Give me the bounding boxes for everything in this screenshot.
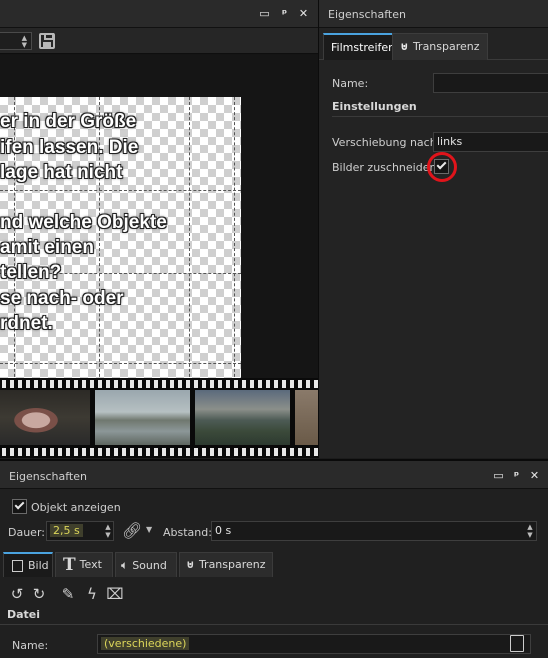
overlay-text-line: er in der Größe: [0, 111, 137, 132]
shift-label: Verschiebung nach:: [332, 136, 441, 149]
film-frame-landscape[interactable]: [195, 390, 290, 445]
tab-label: Transparenz: [412, 40, 480, 53]
file-name-value: (verschiedene): [101, 637, 190, 650]
tab-label: Bild: [28, 559, 49, 572]
link-icon[interactable]: 🔗︎: [122, 521, 142, 540]
spin-down-icon[interactable]: ▼: [526, 531, 534, 539]
panel-title: Eigenschaften: [328, 8, 406, 21]
distance-field[interactable]: 0 s: [211, 521, 537, 541]
checkmark-icon: [14, 499, 25, 510]
section-heading-einstellungen: Einstellungen: [332, 100, 417, 113]
editor-titlebar: ▭ ᵖ ✕: [0, 0, 318, 28]
properties-panel-bottom: Eigenschaften ▭ ᵖ ✕ Objekt anzeigen Daue…: [0, 459, 548, 658]
canvas-area: er in der Größe ifen lassen. Die lage ha…: [0, 55, 318, 387]
save-icon[interactable]: [39, 33, 55, 49]
tab-label: Sound: [132, 559, 167, 572]
image-icon: [12, 560, 23, 572]
guide-line: [234, 97, 235, 387]
overlay-text-line: nd welche Objekte: [0, 212, 167, 233]
guide-line: [0, 190, 241, 191]
pin-icon[interactable]: ᵖ: [510, 469, 523, 482]
show-object-checkbox[interactable]: [12, 499, 27, 514]
properties-panel-top: Eigenschaften Filmstreifen ⊍ Transparenz …: [318, 0, 548, 458]
overlay-text-line: se nach- oder: [0, 288, 124, 309]
tab-text[interactable]: T Text: [55, 552, 113, 577]
spinner-icon[interactable]: ▲ ▼: [0, 32, 32, 50]
film-perforation: [0, 380, 318, 388]
tab-label: Transparenz: [198, 558, 266, 571]
file-name-field[interactable]: (verschiedene): [97, 634, 531, 654]
tab-transparenz[interactable]: ⊍ Transparenz: [179, 552, 273, 577]
preview-canvas[interactable]: er in der Größe ifen lassen. Die lage ha…: [0, 97, 241, 387]
overlay-text-line: amit einen: [0, 237, 94, 258]
tab-bild[interactable]: Bild: [3, 552, 53, 577]
name-label: Name:: [332, 77, 369, 90]
crop-images-label: Bilder zuschneiden: [332, 161, 437, 174]
spin-down-icon[interactable]: ▼: [104, 531, 112, 539]
text-icon: T: [63, 555, 76, 575]
filmstrip[interactable]: [0, 378, 318, 458]
pin-icon[interactable]: ᵖ: [278, 7, 291, 20]
camera-icon[interactable]: ⌧: [106, 585, 124, 603]
pen-icon[interactable]: ✎: [59, 585, 77, 603]
overlay-text-line: tellen?: [0, 262, 62, 283]
guide-line: [189, 97, 190, 387]
open-file-icon[interactable]: [510, 635, 524, 652]
film-frame-fungus[interactable]: [0, 390, 90, 445]
name-field[interactable]: [433, 73, 548, 93]
guide-line: [0, 363, 241, 364]
transparency-icon: ⊍: [400, 40, 409, 53]
properties-titlebar: Eigenschaften ▭ ᵖ ✕: [0, 461, 548, 489]
overlay-text-line: lage hat nicht: [0, 162, 123, 183]
film-frame-partial[interactable]: [295, 390, 318, 445]
overlay-text-line: ifen lassen. Die: [0, 137, 139, 158]
film-perforation: [0, 448, 318, 456]
rotate-left-icon[interactable]: ↺: [8, 585, 26, 603]
divider: [332, 116, 548, 117]
overlay-text-line: rdnet.: [0, 313, 53, 334]
shift-direction-select[interactable]: links: [433, 132, 548, 152]
properties-tabbar: Filmstreifen ⊍ Transparenz: [319, 30, 548, 60]
tab-transparenz[interactable]: ⊍ Transparenz: [392, 33, 488, 60]
close-icon[interactable]: ✕: [528, 469, 541, 482]
restore-icon[interactable]: ▭: [258, 7, 271, 20]
properties-titlebar: Eigenschaften: [319, 0, 548, 28]
rotate-right-icon[interactable]: ↻: [30, 585, 48, 603]
transparency-icon: ⊍: [186, 558, 195, 571]
show-object-label: Objekt anzeigen: [31, 501, 121, 514]
close-icon[interactable]: ✕: [297, 7, 310, 20]
duration-label: Dauer:: [8, 526, 45, 539]
editor-panel: ▭ ᵖ ✕ ▲ ▼ er in der Größe ifen lassen. Di…: [0, 0, 318, 458]
speaker-icon: 🔈︎: [121, 558, 129, 572]
tab-sound[interactable]: 🔈︎ Sound: [115, 552, 177, 577]
divider: [0, 624, 548, 625]
film-frame-lake[interactable]: [95, 390, 190, 445]
restore-icon[interactable]: ▭: [492, 469, 505, 482]
panel-title: Eigenschaften: [9, 470, 87, 483]
spin-up-icon[interactable]: ▲: [526, 523, 534, 531]
editor-toolbar: ▲ ▼: [0, 28, 318, 54]
section-heading-datei: Datei: [7, 608, 41, 621]
curve-icon[interactable]: ϟ: [83, 585, 101, 603]
chevron-down-icon[interactable]: ▼: [146, 525, 152, 534]
highlight-circle: [427, 152, 457, 182]
name-label: Name:: [12, 639, 49, 652]
distance-label: Abstand:: [163, 526, 212, 539]
tab-label: Filmstreifen: [331, 41, 396, 54]
spin-up-icon[interactable]: ▲: [104, 523, 112, 531]
tab-label: Text: [79, 558, 102, 571]
duration-value: 2,5 s: [50, 524, 83, 537]
